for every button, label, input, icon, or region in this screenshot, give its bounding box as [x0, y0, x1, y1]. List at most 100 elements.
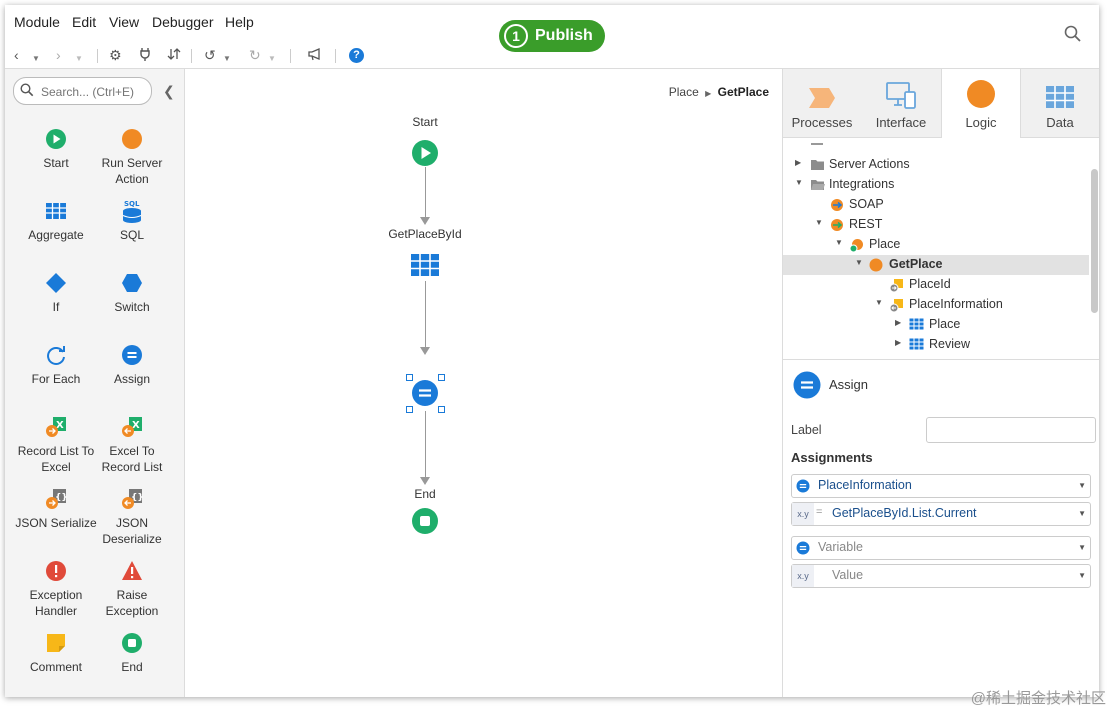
tree-node-getplace[interactable]: ▼ GetPlace	[783, 255, 1089, 275]
tool-record-list-to-excel[interactable]: X Record List To Excel	[13, 415, 99, 475]
menu-view[interactable]: View	[109, 14, 139, 30]
variable-icon	[796, 479, 810, 493]
tool-if[interactable]: If	[13, 271, 99, 315]
selection-handle[interactable]	[438, 406, 445, 413]
start-icon	[46, 129, 66, 149]
collapse-arrow-icon[interactable]: ▼	[875, 298, 883, 307]
megaphone-icon[interactable]	[307, 47, 323, 64]
tab-logic[interactable]: Logic	[941, 69, 1021, 138]
tree-node-place-structure[interactable]: ▶ Place	[783, 315, 1089, 335]
assign-node-icon[interactable]	[411, 379, 439, 407]
tool-label: Aggregate	[28, 228, 84, 242]
forward-dropdown-icon[interactable]: ▼	[75, 51, 83, 67]
toolbox-search-input[interactable]	[39, 82, 151, 102]
tool-assign[interactable]: Assign	[89, 343, 175, 387]
collapse-arrow-icon[interactable]: ▼	[835, 238, 843, 247]
tool-sql[interactable]: SQL SQL	[89, 199, 175, 243]
tree-label: Place	[869, 237, 901, 251]
end-node-icon[interactable]	[411, 507, 439, 535]
new-assignment-variable-field[interactable]: Variable ▼	[791, 536, 1091, 560]
dropdown-arrow-icon[interactable]: ▼	[1078, 571, 1086, 580]
selection-handle[interactable]	[438, 374, 445, 381]
tool-raise-exception[interactable]: Raise Exception	[89, 559, 175, 619]
gear-icon[interactable]: ⚙	[109, 47, 122, 63]
json-serialize-icon: {}	[46, 489, 67, 509]
tool-label: If	[52, 300, 60, 314]
layer-tabs: Processes Interface Logic Data	[783, 69, 1099, 138]
assignment-variable-field[interactable]: PlaceInformation ▼	[791, 474, 1091, 498]
tool-comment[interactable]: Comment	[13, 631, 99, 675]
toolbox-search[interactable]	[13, 77, 152, 105]
tree-label: Integrations	[829, 177, 895, 191]
tool-aggregate[interactable]: Aggregate	[13, 199, 99, 243]
breadcrumb-parent[interactable]: Place	[669, 85, 699, 99]
tool-excel-to-record-list[interactable]: X Excel To Record List	[89, 415, 175, 475]
dropdown-arrow-icon[interactable]: ▼	[1078, 509, 1086, 518]
tree-node-rest[interactable]: ▼ REST	[783, 215, 1089, 235]
tool-label: Switch	[114, 300, 150, 314]
redo-icon[interactable]: ↻	[249, 47, 261, 63]
dropdown-arrow-icon[interactable]: ▼	[1078, 481, 1086, 490]
compare-icon[interactable]	[167, 47, 181, 64]
redo-dropdown-icon[interactable]: ▼	[268, 51, 276, 67]
undo-icon[interactable]: ↺	[204, 47, 216, 63]
back-dropdown-icon[interactable]: ▼	[32, 51, 40, 67]
tool-run-server-action[interactable]: Run Server Action	[89, 127, 175, 187]
tree-node-soap[interactable]: SOAP	[783, 195, 1089, 215]
expand-arrow-icon[interactable]: ▶	[895, 338, 901, 347]
menu-help[interactable]: Help	[225, 14, 254, 30]
tree-scrollbar[interactable]	[1091, 169, 1098, 313]
tree-node-placeid[interactable]: PlaceId	[783, 275, 1089, 295]
flow-arrow-icon	[420, 477, 430, 485]
search-icon[interactable]	[1064, 25, 1082, 46]
back-icon[interactable]: ‹	[14, 47, 19, 63]
tab-interface[interactable]: Interface	[862, 69, 940, 137]
tree-node-integrations[interactable]: ▼ Integrations	[783, 175, 1089, 195]
run-server-action-icon	[122, 129, 142, 149]
processes-icon	[809, 88, 835, 108]
plug-icon[interactable]	[139, 47, 151, 64]
rest-api-icon	[849, 239, 863, 253]
aggregate-node-icon[interactable]	[410, 253, 440, 277]
menu-debugger[interactable]: Debugger	[152, 14, 214, 30]
menu-module[interactable]: Module	[14, 14, 60, 30]
assignment-value-field[interactable]: x.y = GetPlaceById.List.Current ▼	[791, 502, 1091, 526]
collapse-panel-icon[interactable]: ❮	[163, 83, 175, 100]
tab-data[interactable]: Data	[1021, 69, 1099, 137]
tool-for-each[interactable]: For Each	[13, 343, 99, 387]
tree-node-placeinformation[interactable]: ▼ PlaceInformation	[783, 295, 1089, 315]
field-placeholder: Value	[832, 568, 864, 582]
tool-end[interactable]: End	[89, 631, 175, 675]
dropdown-arrow-icon[interactable]: ▼	[1078, 543, 1086, 552]
exception-handler-icon	[46, 561, 66, 581]
tool-start[interactable]: Start	[13, 127, 99, 171]
tool-exception-handler[interactable]: Exception Handler	[13, 559, 99, 619]
start-node-icon[interactable]	[411, 139, 439, 167]
tab-processes[interactable]: Processes	[783, 69, 861, 137]
panel-splitter[interactable]	[783, 359, 1099, 360]
tree-node-server-actions[interactable]: ▶ Server Actions	[783, 155, 1089, 175]
collapse-arrow-icon[interactable]: ▼	[855, 258, 863, 267]
publish-button[interactable]: 1 Publish	[499, 20, 605, 52]
tool-json-deserialize[interactable]: {} JSON Deserialize	[89, 487, 175, 547]
flow-canvas[interactable]: Place ▶ GetPlace Start GetPlaceById End	[185, 69, 781, 697]
expand-arrow-icon[interactable]: ▶	[795, 158, 801, 167]
selection-handle[interactable]	[406, 406, 413, 413]
collapse-arrow-icon[interactable]: ▼	[815, 218, 823, 227]
tree-node-place[interactable]: ▼ Place	[783, 235, 1089, 255]
new-assignment-value-field[interactable]: x.y Value ▼	[791, 564, 1091, 588]
expand-arrow-icon[interactable]: ▶	[895, 318, 901, 327]
undo-dropdown-icon[interactable]: ▼	[223, 51, 231, 67]
tool-json-serialize[interactable]: {} JSON Serialize	[13, 487, 99, 531]
help-icon[interactable]: ?	[349, 48, 364, 63]
logic-icon	[967, 80, 995, 108]
menu-edit[interactable]: Edit	[72, 14, 96, 30]
tree-node-review-structure[interactable]: ▶ Review	[783, 335, 1089, 355]
label-input[interactable]	[926, 417, 1096, 443]
tool-switch[interactable]: Switch	[89, 271, 175, 315]
forward-icon[interactable]: ›	[56, 47, 61, 63]
node-label-end: End	[414, 487, 436, 501]
collapse-arrow-icon[interactable]: ▼	[795, 178, 803, 187]
svg-text:SQL: SQL	[124, 200, 140, 208]
tree-scroll-cue	[811, 143, 823, 145]
